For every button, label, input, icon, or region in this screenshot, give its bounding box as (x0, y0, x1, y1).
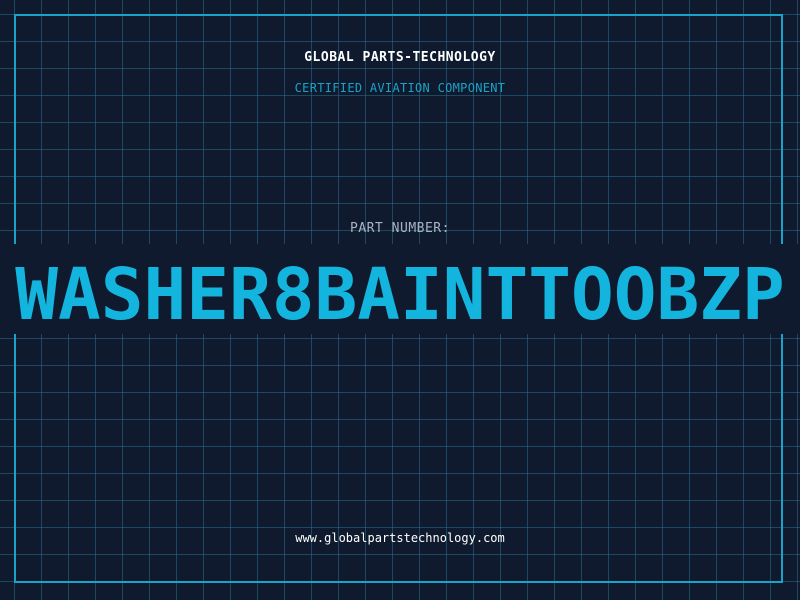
part-number-label: PART NUMBER: (350, 221, 450, 236)
company-name: GLOBAL PARTS-TECHNOLOGY (304, 50, 496, 65)
label-card: GLOBAL PARTS-TECHNOLOGY CERTIFIED AVIATI… (0, 0, 800, 600)
website-url: www.globalpartstechnology.com (295, 531, 505, 545)
tagline: CERTIFIED AVIATION COMPONENT (294, 81, 506, 95)
part-number-value: WASHER8BAINTTOOBZP (15, 255, 785, 335)
